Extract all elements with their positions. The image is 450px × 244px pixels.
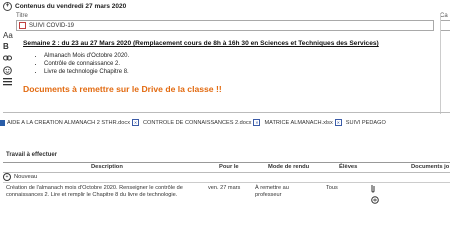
attachment-name: MATRICE ALMANACH.xlsx	[264, 119, 333, 126]
font-size-icon[interactable]: Aa	[3, 31, 13, 40]
list-icon[interactable]	[3, 78, 12, 88]
cloud-icon[interactable]	[370, 196, 380, 206]
list-item: Livre de technologie Chapitre 8.	[44, 68, 129, 76]
drive-notice: Documents à remettre sur le Drive de la …	[23, 84, 222, 94]
attachment-chip[interactable]: CONTROLE DE CONNAISSANCES 2.docx ✕	[143, 119, 261, 126]
section-header: + Contenus du vendredi 27 mars 2020	[3, 2, 126, 11]
new-work-label: Nouveau	[14, 174, 38, 180]
section-title: Contenus du vendredi 27 mars 2020	[15, 3, 127, 10]
remove-icon[interactable]: ✕	[132, 119, 139, 126]
document-icon	[0, 119, 5, 126]
right-input[interactable]	[440, 20, 450, 31]
plus-circle-icon[interactable]: +	[3, 2, 12, 11]
content-heading: Semaine 2 : du 23 au 27 Mars 2020 (Rempl…	[23, 40, 379, 47]
work-date: ven. 27 mars	[208, 185, 241, 191]
work-mode: À remettre au professeur	[255, 185, 289, 198]
list-item: Contrôle de connaissance 2.	[44, 60, 129, 68]
title-input[interactable]: SUIVI COVID-19	[16, 20, 434, 31]
link-icon[interactable]	[3, 54, 12, 64]
work-table-header: Description Pour le Mode de rendu Élèves…	[3, 162, 450, 173]
divider	[3, 182, 450, 183]
attachment-name: SUIVI PEDAGO	[345, 119, 386, 126]
remove-icon[interactable]: ✕	[253, 119, 261, 126]
attachments-bar: AIDE A LA CREATION ALMANACH 2 STHR.docx …	[0, 119, 390, 126]
new-work-button[interactable]: + Nouveau	[3, 173, 37, 181]
plus-circle-icon: +	[3, 173, 11, 181]
paperclip-icon[interactable]	[370, 184, 376, 196]
col-students: Élèves	[339, 164, 358, 170]
col-date: Pour le	[219, 164, 239, 170]
work-description: Création de l'almanach mois d'Octobre 20…	[6, 185, 183, 198]
attachment-chip[interactable]: AIDE A LA CREATION ALMANACH 2 STHR.docx …	[0, 119, 139, 126]
title-input-value: SUIVI COVID-19	[29, 22, 75, 29]
divider	[3, 112, 450, 113]
title-label: Titre	[16, 13, 28, 19]
list-item: Almanach Mois d'Octobre 2020.	[44, 52, 129, 60]
attachment-chip[interactable]: SUIVI PEDAGO	[346, 120, 386, 126]
col-mode: Mode de rendu	[268, 164, 310, 170]
col-documents: Documents jo	[411, 164, 450, 170]
attachment-name: CONTROLE DE CONNAISSANCES 2.docx	[143, 119, 252, 126]
remove-icon[interactable]: ✕	[334, 119, 342, 126]
right-label: Ca	[440, 13, 448, 19]
attachment-name: AIDE A LA CREATION ALMANACH 2 STHR.docx	[7, 119, 130, 126]
color-swatch-icon[interactable]	[19, 22, 26, 29]
content-list: Almanach Mois d'Octobre 2020. Contrôle d…	[36, 52, 129, 76]
work-section-title: Travail à effectuer	[6, 152, 58, 158]
col-description: Description	[91, 164, 123, 170]
bold-icon[interactable]: B	[3, 42, 9, 51]
attachment-chip[interactable]: MATRICE ALMANACH.xlsx ✕	[264, 119, 342, 126]
emoji-icon[interactable]	[3, 66, 12, 77]
divider	[440, 14, 441, 114]
work-students: Tous	[326, 185, 338, 191]
